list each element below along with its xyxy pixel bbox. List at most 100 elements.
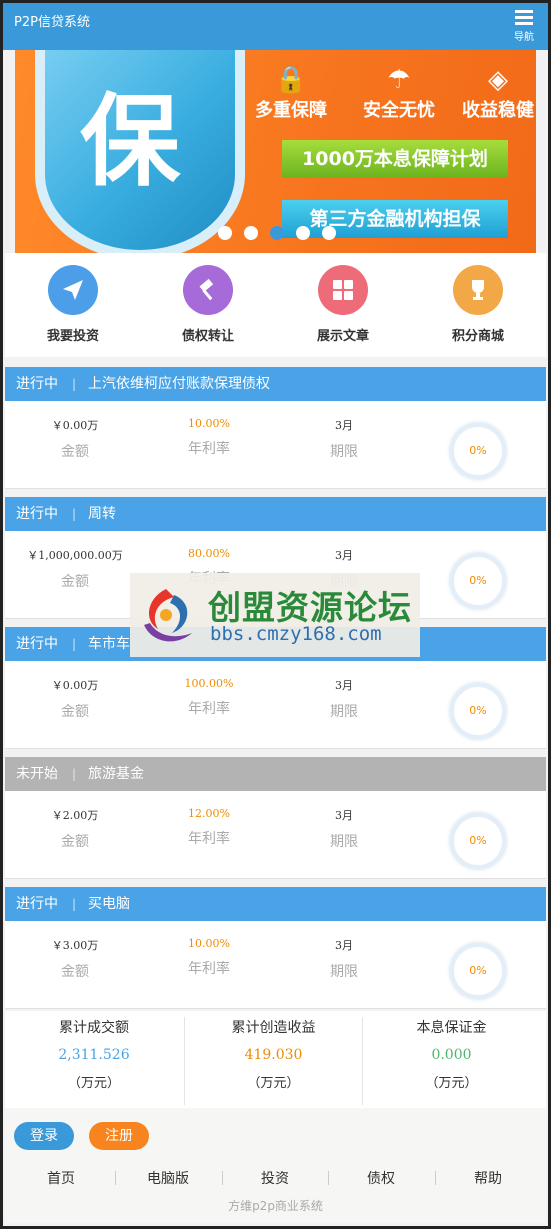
nav-menu-button[interactable]: 导航 (511, 8, 537, 43)
app-header: P2P信贷系统 导航 (0, 0, 551, 50)
quick-menu-label: 债权转让 (181, 329, 234, 344)
banner-feature-label: 收益稳健 (462, 100, 534, 121)
carousel-dot[interactable] (244, 226, 258, 240)
quick-menu-label: 积分商城 (451, 329, 504, 344)
rate-value: 10.00% (188, 417, 230, 430)
trophy-icon (453, 265, 503, 315)
quick-menu-item[interactable]: 积分商城 (418, 265, 538, 344)
link-divider (222, 1171, 223, 1185)
amount-label: 金额 (61, 964, 89, 980)
term-value: 3月 (335, 679, 353, 692)
carousel-dot[interactable] (270, 226, 284, 240)
shield-char: 保 (80, 83, 180, 200)
term-column: 3月期限 (274, 417, 414, 461)
carousel-dot[interactable] (322, 226, 336, 240)
product-name: 旅游基金 (88, 766, 145, 782)
quick-menu-item[interactable]: 展示文章 (283, 265, 403, 344)
watermark-url: bbs.cmzy168.com (210, 623, 382, 645)
term-label: 期限 (330, 704, 358, 720)
amount-column: ￥1,000,000.00万 金额 (5, 547, 145, 591)
register-button[interactable]: 注册 (89, 1122, 149, 1150)
product-name: 车市车 (88, 636, 131, 652)
product-status: 进行中 (16, 896, 58, 912)
product-name: 买电脑 (88, 896, 131, 912)
footer-link[interactable]: 投资 (230, 1168, 320, 1188)
diamond-icon: ◈ (488, 65, 508, 95)
progress-ring: 0% (450, 553, 506, 609)
term-value: 3月 (335, 809, 353, 822)
quick-menu-item[interactable]: 我要投资 (13, 265, 133, 344)
rate-label: 年利率 (188, 961, 230, 977)
banner-feature-label: 多重保障 (255, 100, 327, 121)
product-card[interactable]: 进行中 | 上汽依维柯应付账款保理债权 ￥0.00万 金额 10.00% 年利率 3月 期限 0% (5, 367, 546, 489)
stat-title: 累计创造收益 (231, 1020, 316, 1036)
amount-label: 金额 (61, 574, 89, 590)
carousel-dots (218, 226, 348, 242)
nav-label: 导航 (514, 32, 534, 43)
link-divider (435, 1171, 436, 1185)
amount-column: ￥0.00万 金额 (5, 677, 145, 721)
amount-value: ￥3.00万 (51, 939, 99, 952)
carousel-dot[interactable] (218, 226, 232, 240)
login-button[interactable]: 登录 (14, 1122, 74, 1150)
banner-feature-label: 安全无忧 (363, 100, 435, 121)
rate-column: 100.00% 年利率 (139, 677, 279, 718)
term-label: 期限 (330, 964, 358, 980)
stat-unit: （万元） (247, 1076, 300, 1091)
separator: | (72, 897, 77, 911)
separator: | (72, 377, 77, 391)
app-title: P2P信贷系统 (14, 15, 90, 30)
product-card[interactable]: 进行中 | 买电脑 ￥3.00万 金额 10.00% 年利率 3月 期限 0% (5, 887, 546, 1009)
rate-value: 10.00% (188, 937, 230, 950)
progress-ring: 0% (450, 683, 506, 739)
footer-link[interactable]: 债权 (336, 1168, 426, 1188)
term-label: 期限 (330, 444, 358, 460)
link-divider (115, 1171, 116, 1185)
rate-column: 12.00% 年利率 (139, 807, 279, 848)
progress-ring: 0% (450, 813, 506, 869)
grid-icon (318, 265, 368, 315)
product-header[interactable]: 进行中 | 周转 (5, 497, 546, 531)
separator: | (72, 507, 77, 521)
stat-unit: （万元） (425, 1076, 478, 1091)
umbrella-icon: ☂ (387, 65, 411, 95)
amount-column: ￥0.00万 金额 (5, 417, 145, 461)
footer-link[interactable]: 电脑版 (123, 1168, 213, 1188)
quick-menu-label: 我要投资 (46, 329, 99, 344)
term-label: 期限 (330, 834, 358, 850)
quick-menu: 我要投资 债权转让 展示文章 积分商城 (5, 253, 546, 357)
term-value: 3月 (335, 549, 353, 562)
paper-plane-icon (48, 265, 98, 315)
stat-item: 累计成交额 2,311.526 （万元） (5, 1017, 183, 1091)
amount-label: 金额 (61, 834, 89, 850)
product-card[interactable]: 未开始 | 旅游基金 ￥2.00万 金额 12.00% 年利率 3月 期限 0% (5, 757, 546, 879)
gavel-icon (183, 265, 233, 315)
menu-icon (515, 8, 533, 26)
rate-label: 年利率 (188, 441, 230, 457)
footer-link[interactable]: 帮助 (443, 1168, 533, 1188)
quick-menu-item[interactable]: 债权转让 (148, 265, 268, 344)
product-header[interactable]: 进行中 | 买电脑 (5, 887, 546, 921)
quick-menu-label: 展示文章 (316, 329, 369, 344)
amount-label: 金额 (61, 444, 89, 460)
footer-link[interactable]: 首页 (16, 1168, 106, 1188)
rate-column: 10.00% 年利率 (139, 937, 279, 978)
product-status: 进行中 (16, 376, 58, 392)
product-status: 进行中 (16, 506, 58, 522)
rate-column: 10.00% 年利率 (139, 417, 279, 458)
amount-value: ￥1,000,000.00万 (27, 549, 123, 562)
plan-banner-text: 1000万本息保障计划 (282, 140, 508, 178)
product-name: 上汽依维柯应付账款保理债权 (88, 376, 271, 392)
product-header[interactable]: 进行中 | 上汽依维柯应付账款保理债权 (5, 367, 546, 401)
amount-column: ￥2.00万 金额 (5, 807, 145, 851)
stat-value: 419.030 (244, 1047, 303, 1063)
promo-banner[interactable]: 保 🔒 多重保障 ☂ 安全无忧 ◈ 收益稳健 1000万本息保障计划 第三方金融机构担保 (15, 50, 536, 253)
carousel-dot[interactable] (296, 226, 310, 240)
term-value: 3月 (335, 419, 353, 432)
lock-icon: 🔒 (274, 65, 308, 95)
term-column: 3月期限 (274, 807, 414, 851)
rate-label: 年利率 (188, 701, 230, 717)
amount-value: ￥0.00万 (51, 679, 99, 692)
product-header[interactable]: 未开始 | 旅游基金 (5, 757, 546, 791)
stats-panel: 累计成交额 2,311.526 （万元） 累计创造收益 419.030 （万元） 本息保证金… (5, 1011, 546, 1108)
